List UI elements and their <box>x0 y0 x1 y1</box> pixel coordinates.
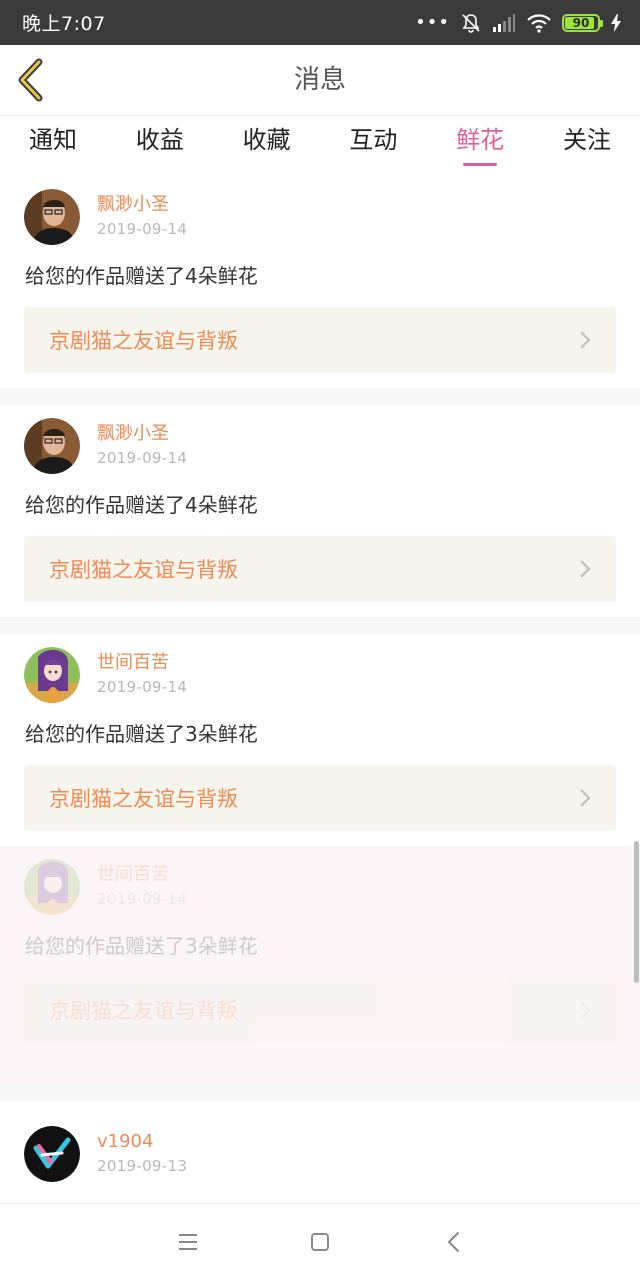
message-date: 2019-09-14 <box>97 449 188 467</box>
tab-flowers[interactable]: 鲜花 <box>454 116 506 166</box>
app-header: 消息 <box>0 45 640 116</box>
work-link[interactable]: 京剧猫之友谊与背叛 <box>24 307 616 373</box>
divider <box>0 388 640 405</box>
wifi-icon <box>527 13 551 33</box>
username[interactable]: 世间百苦 <box>97 864 187 886</box>
message-date: 2019-09-14 <box>97 220 188 238</box>
message-text: 给您的作品赠送了3朵鲜花 <box>25 722 258 746</box>
status-time: 晚上7:07 <box>22 13 106 35</box>
message-text: 给您的作品赠送了4朵鲜花 <box>25 493 258 517</box>
divider <box>0 1084 640 1101</box>
message-list: 飘渺小圣 2019-09-14 给您的作品赠送了4朵鲜花 京剧猫之友谊与背叛 飘… <box>0 176 640 1191</box>
work-title: 京剧猫之友谊与背叛 <box>49 999 238 1023</box>
divider <box>0 617 640 634</box>
message-card: 世间百苦 2019-09-14 给您的作品赠送了3朵鲜花 京剧猫之友谊与背叛 <box>0 634 640 846</box>
page-title: 消息 <box>293 65 346 95</box>
username[interactable]: v1904 <box>97 1131 187 1153</box>
avatar[interactable] <box>24 647 80 703</box>
more-dots-icon: ••• <box>415 11 450 33</box>
scrollbar[interactable] <box>634 841 639 983</box>
username[interactable]: 世间百苦 <box>97 652 187 674</box>
message-date: 2019-09-14 <box>97 890 188 908</box>
battery-level: 90 <box>572 15 590 30</box>
avatar[interactable] <box>24 859 80 915</box>
tab-notifications[interactable]: 通知 <box>27 116 79 164</box>
chevron-right-icon <box>580 789 591 807</box>
system-nav-bar <box>0 1203 640 1281</box>
charging-bolt-icon <box>611 13 621 32</box>
message-date: 2019-09-14 <box>97 678 188 696</box>
back-triangle-icon[interactable] <box>440 1228 468 1256</box>
work-title: 京剧猫之友谊与背叛 <box>49 329 238 353</box>
mute-bell-icon <box>462 13 480 33</box>
work-title: 京剧猫之友谊与背叛 <box>49 787 238 811</box>
tab-bar: 通知 收益 收藏 互动 鲜花 关注 <box>0 116 640 176</box>
tab-interactions[interactable]: 互动 <box>347 116 399 164</box>
message-card: 飘渺小圣 2019-09-14 给您的作品赠送了4朵鲜花 京剧猫之友谊与背叛 <box>0 405 640 617</box>
home-square-icon[interactable] <box>306 1228 334 1256</box>
message-date: 2019-09-13 <box>97 1157 188 1175</box>
avatar[interactable] <box>24 1126 80 1182</box>
chevron-right-icon <box>580 1001 591 1019</box>
battery-icon: 90 <box>562 13 603 32</box>
status-bar: 晚上7:07 ••• 90 <box>0 0 640 45</box>
tab-favorites[interactable]: 收藏 <box>241 116 293 164</box>
chevron-right-icon <box>580 331 591 349</box>
message-text: 给您的作品赠送了3朵鲜花 <box>25 934 258 958</box>
message-text: 给您的作品赠送了4朵鲜花 <box>25 264 258 288</box>
chevron-right-icon <box>580 560 591 578</box>
tab-earnings[interactable]: 收益 <box>134 116 186 164</box>
message-card: 世间百苦 2019-09-14 给您的作品赠送了3朵鲜花 京剧猫之友谊与背叛 <box>0 846 640 1084</box>
status-icons: ••• 90 <box>415 12 622 34</box>
menu-icon[interactable] <box>174 1228 202 1256</box>
message-card: v1904 2019-09-13 <box>0 1101 640 1191</box>
work-link[interactable]: 京剧猫之友谊与背叛 <box>24 765 616 831</box>
message-card: 飘渺小圣 2019-09-14 给您的作品赠送了4朵鲜花 京剧猫之友谊与背叛 <box>0 176 640 388</box>
avatar[interactable] <box>24 189 80 245</box>
work-link[interactable]: 京剧猫之友谊与背叛 <box>24 536 616 602</box>
avatar[interactable] <box>24 418 80 474</box>
username[interactable]: 飘渺小圣 <box>97 194 187 216</box>
tab-follows[interactable]: 关注 <box>561 116 613 164</box>
signal-icon <box>493 13 515 32</box>
work-link[interactable]: 京剧猫之友谊与背叛 <box>24 977 616 1043</box>
work-title: 京剧猫之友谊与背叛 <box>49 558 238 582</box>
username[interactable]: 飘渺小圣 <box>97 423 187 445</box>
